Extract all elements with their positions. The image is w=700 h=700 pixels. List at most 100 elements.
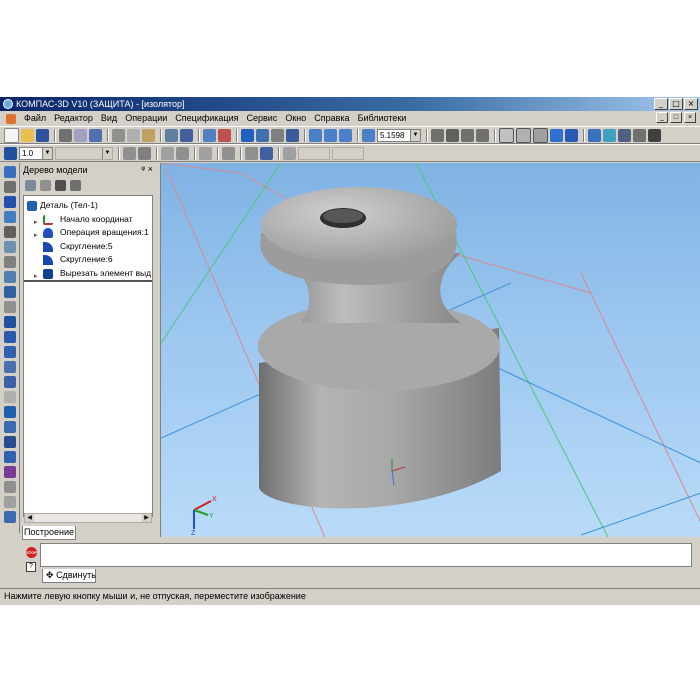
edit-part-icon[interactable] <box>4 166 16 178</box>
hide-icon[interactable] <box>618 128 631 142</box>
loft-icon[interactable] <box>4 361 16 373</box>
spatial-curves-icon[interactable] <box>4 181 16 193</box>
tree-item-part[interactable]: Деталь (Тел-1) <box>24 199 152 213</box>
mirror-icon[interactable] <box>4 481 16 493</box>
tree-structure-icon[interactable] <box>25 179 36 191</box>
surfaces-icon[interactable] <box>4 196 16 208</box>
cut-extrude-tool-icon[interactable] <box>4 376 16 388</box>
zoom-scale-combo[interactable]: 5.1598 ▼ <box>377 128 421 142</box>
step-icon[interactable] <box>4 146 17 160</box>
chevron-down-icon[interactable]: ▼ <box>410 129 420 141</box>
shaded-icon[interactable] <box>550 128 563 142</box>
arrays-icon[interactable] <box>4 211 16 223</box>
parametric-icon[interactable] <box>260 146 273 160</box>
rotate-icon[interactable] <box>476 128 489 142</box>
minimize-button[interactable]: _ <box>654 98 668 110</box>
chevron-down-icon[interactable]: ▼ <box>102 147 112 159</box>
menu-file[interactable]: Файл <box>20 111 50 126</box>
local-cs-icon[interactable] <box>138 146 151 160</box>
cut-icon[interactable] <box>112 128 125 142</box>
preview-icon[interactable] <box>74 128 87 142</box>
hidden-lines-icon[interactable] <box>516 127 531 143</box>
shell-icon[interactable] <box>4 436 16 448</box>
manager-icon[interactable] <box>180 128 193 142</box>
library-icon[interactable] <box>4 511 16 523</box>
command-prompt-field[interactable] <box>40 543 692 567</box>
orthogonal-icon[interactable] <box>161 146 174 160</box>
zoom-in-icon[interactable] <box>324 128 337 142</box>
tab-build[interactable]: Построение <box>22 526 76 540</box>
perspective-icon[interactable] <box>588 128 601 142</box>
zoom-out-icon[interactable] <box>339 128 352 142</box>
library-manager-icon[interactable] <box>256 128 269 142</box>
menu-window[interactable]: Окно <box>281 111 310 126</box>
sections-icon[interactable] <box>603 128 616 142</box>
wireframe-icon[interactable] <box>499 127 514 143</box>
tree-sort-icon[interactable] <box>40 179 51 191</box>
hole-icon[interactable] <box>4 421 16 433</box>
context-help-icon[interactable] <box>286 128 299 142</box>
dimensions-icon[interactable] <box>4 256 16 268</box>
measure-icon[interactable] <box>633 128 646 142</box>
tab-move[interactable]: ✥ Сдвинуть <box>42 569 96 583</box>
tree-expander[interactable]: ▸ <box>34 229 38 240</box>
new-document-icon[interactable] <box>4 127 19 143</box>
pan-icon[interactable] <box>446 128 459 142</box>
rib-icon[interactable] <box>4 451 16 463</box>
kinematic-icon[interactable] <box>4 346 16 358</box>
doc-minimize-button[interactable]: _ <box>656 112 668 123</box>
menu-edit[interactable]: Редактор <box>50 111 97 126</box>
copy-icon[interactable] <box>127 128 140 142</box>
properties-icon[interactable] <box>165 128 178 142</box>
zoom-window-icon[interactable] <box>309 128 322 142</box>
shaded-edges-icon[interactable] <box>565 128 578 142</box>
tools-icon[interactable] <box>648 128 661 142</box>
coordinates-icon[interactable] <box>283 146 296 160</box>
thread-icon[interactable] <box>4 466 16 478</box>
tree-expander[interactable]: ▸ <box>34 270 38 281</box>
measure-tools-icon[interactable] <box>4 286 16 298</box>
extrude-icon[interactable] <box>4 316 16 328</box>
filter-icon[interactable] <box>4 301 16 313</box>
y-coordinate-field[interactable] <box>332 146 364 160</box>
menu-service[interactable]: Сервис <box>243 111 282 126</box>
maximize-button[interactable]: □ <box>669 98 683 110</box>
tree-item-origin[interactable]: ▸ Начало координат <box>24 213 152 227</box>
undo-icon[interactable] <box>203 128 216 142</box>
fillet-tool-icon[interactable] <box>4 391 16 403</box>
menu-operations[interactable]: Операции <box>121 111 171 126</box>
doc-close-button[interactable]: × <box>684 112 696 123</box>
menu-libraries[interactable]: Библиотеки <box>354 111 411 126</box>
save-icon[interactable] <box>36 128 49 142</box>
auxiliary-geometry-icon[interactable] <box>4 226 16 238</box>
step-combo[interactable]: 1.0 ▼ <box>19 146 53 160</box>
3d-viewport[interactable]: X Y Z <box>160 163 700 537</box>
specification-icon[interactable] <box>4 271 16 283</box>
sheet-metal-icon[interactable] <box>4 241 16 253</box>
chevron-down-icon[interactable]: ▼ <box>42 147 52 159</box>
grid-icon[interactable] <box>123 146 136 160</box>
tree-item-fillet-6[interactable]: Скругление:6 <box>24 253 152 267</box>
variables-icon[interactable] <box>241 128 254 142</box>
sketch-icon[interactable] <box>222 146 235 160</box>
thin-lines-icon[interactable] <box>533 127 548 143</box>
open-folder-icon[interactable] <box>21 128 34 142</box>
revolve-tool-icon[interactable] <box>4 331 16 343</box>
tree-item-revolve[interactable]: ▸ Операция вращения:1 <box>24 226 152 240</box>
panel-pin-close[interactable]: ᵠ × <box>141 164 153 174</box>
tree-options-icon[interactable] <box>70 179 81 191</box>
export-icon[interactable] <box>89 128 102 142</box>
snaps-icon[interactable] <box>176 146 189 160</box>
close-button[interactable]: × <box>684 98 698 110</box>
function-icon[interactable] <box>271 128 284 142</box>
chamfer-icon[interactable] <box>4 406 16 418</box>
x-coordinate-field[interactable] <box>298 146 330 160</box>
split-icon[interactable] <box>4 496 16 508</box>
zoom-icon[interactable] <box>362 128 375 142</box>
coordinates-grid-icon[interactable] <box>199 146 212 160</box>
paste-icon[interactable] <box>142 128 155 142</box>
tree-list-icon[interactable] <box>55 179 66 191</box>
tree-item-cut-extrude[interactable]: ▸ Вырезать элемент выд <box>24 267 152 282</box>
tree-expander[interactable]: ▸ <box>34 216 38 227</box>
help-icon[interactable]: ? <box>26 562 36 572</box>
